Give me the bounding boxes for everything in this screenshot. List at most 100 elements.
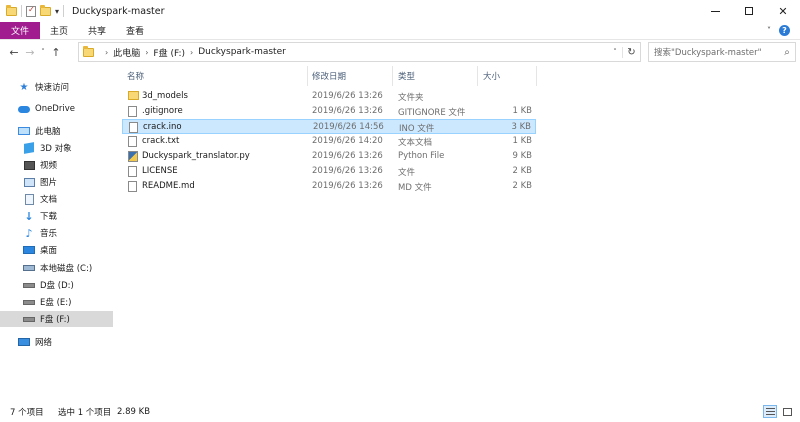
- file-icon: [128, 181, 137, 192]
- sidebar-item-label: 快速访问: [35, 83, 70, 93]
- file-name: crack.ino: [143, 122, 182, 132]
- sidebar-item-drive-f[interactable]: F盘 (F:): [0, 311, 113, 327]
- sidebar-item-drive-c[interactable]: 本地磁盘 (C:): [0, 260, 113, 276]
- sidebar-item-label: 音乐: [40, 229, 58, 239]
- maximize-button[interactable]: [732, 0, 766, 22]
- navigation-bar: ← → ˅ ↑ › 此电脑 › F盘 (F:) › Duckyspark-mas…: [0, 41, 800, 63]
- breadcrumb-drive-f[interactable]: F盘 (F:): [153, 46, 185, 59]
- file-icon: [128, 106, 137, 117]
- sidebar-item-documents[interactable]: 文档: [0, 191, 113, 207]
- file-type: 文件夹: [398, 93, 424, 103]
- breadcrumb-separator[interactable]: ›: [145, 48, 148, 57]
- ribbon-right: ˅ ?: [767, 22, 800, 39]
- table-row[interactable]: 3d_models 2019/6/26 13:26 文件夹: [122, 89, 536, 104]
- column-divider[interactable]: [392, 66, 393, 86]
- column-header-type[interactable]: 类型: [398, 66, 415, 86]
- new-folder-icon[interactable]: [40, 4, 51, 16]
- table-row[interactable]: Duckyspark_translator.py 2019/6/26 13:26…: [122, 149, 536, 164]
- file-type: 文本文档: [398, 138, 433, 148]
- file-date: 2019/6/26 13:26: [312, 166, 383, 176]
- column-divider[interactable]: [536, 66, 537, 86]
- file-size: 1 KB: [512, 136, 532, 146]
- tab-file[interactable]: 文件: [0, 22, 40, 39]
- quick-access-dropdown[interactable]: ▾: [55, 7, 59, 16]
- sidebar-item-music[interactable]: ♪ 音乐: [0, 225, 113, 241]
- selection-count: 选中 1 个项目: [58, 408, 112, 418]
- sidebar-item-label: 3D 对象: [40, 144, 72, 154]
- sidebar-item-drive-e[interactable]: E盘 (E:): [0, 294, 113, 310]
- address-dropdown[interactable]: ˅: [608, 48, 622, 56]
- sidebar-item-quick-access[interactable]: ★ 快速访问: [0, 79, 113, 95]
- file-type: INO 文件: [399, 124, 435, 134]
- item-count: 7 个项目: [10, 408, 44, 418]
- python-file-icon: [128, 151, 138, 162]
- pictures-icon: [23, 177, 35, 187]
- 3d-objects-icon: [23, 142, 35, 154]
- file-date: 2019/6/26 13:26: [312, 151, 383, 161]
- tab-view[interactable]: 查看: [116, 22, 154, 39]
- file-icon: [129, 122, 138, 133]
- column-header-name[interactable]: 名称: [127, 66, 144, 86]
- file-name: LICENSE: [142, 166, 178, 176]
- selection-size: 2.89 KB: [117, 407, 151, 417]
- recent-locations-dropdown[interactable]: ˅: [38, 48, 48, 56]
- sidebar-item-pictures[interactable]: 图片: [0, 174, 113, 190]
- sidebar-item-network[interactable]: 网络: [0, 334, 113, 350]
- breadcrumb-current-folder[interactable]: Duckyspark-master: [198, 47, 286, 57]
- file-name: 3d_models: [142, 91, 188, 101]
- tab-share[interactable]: 共享: [78, 22, 116, 39]
- ribbon-tabs: 文件 主页 共享 查看 ˅ ?: [0, 22, 800, 40]
- details-view-icon: [765, 408, 775, 415]
- file-type: Python File: [398, 151, 445, 161]
- tab-home[interactable]: 主页: [40, 22, 78, 39]
- sidebar-item-this-pc[interactable]: 此电脑: [0, 123, 113, 139]
- sidebar-item-label: 网络: [35, 338, 53, 348]
- sidebar-item-3d-objects[interactable]: 3D 对象: [0, 140, 113, 156]
- large-icons-view-button[interactable]: [780, 405, 794, 418]
- sidebar-item-drive-d[interactable]: D盘 (D:): [0, 277, 113, 293]
- sidebar-item-label: OneDrive: [35, 104, 75, 114]
- table-row[interactable]: README.md 2019/6/26 13:26 MD 文件 2 KB: [122, 179, 536, 194]
- file-name: .gitignore: [142, 106, 183, 116]
- maximize-icon: [745, 7, 753, 15]
- view-switcher: [763, 405, 794, 418]
- drive-icon: [23, 280, 35, 290]
- column-divider[interactable]: [307, 66, 308, 86]
- table-row[interactable]: crack.txt 2019/6/26 14:20 文本文档 1 KB: [122, 134, 536, 149]
- refresh-button[interactable]: ↻: [622, 46, 640, 58]
- table-row[interactable]: .gitignore 2019/6/26 13:26 GITIGNORE 文件 …: [122, 104, 536, 119]
- properties-icon[interactable]: [26, 5, 36, 17]
- breadcrumb-this-pc[interactable]: 此电脑: [113, 46, 140, 59]
- expand-ribbon-icon[interactable]: ˅: [767, 26, 771, 35]
- sidebar-item-desktop[interactable]: 桌面: [0, 242, 113, 258]
- minimize-button[interactable]: [698, 0, 732, 22]
- minimize-icon: [710, 10, 720, 12]
- quick-access-toolbar: ▾: [0, 0, 65, 22]
- column-header-size[interactable]: 大小: [483, 66, 500, 86]
- search-input[interactable]: 搜索"Duckyspark-master": [654, 46, 779, 58]
- up-button[interactable]: ↑: [48, 42, 64, 62]
- table-row[interactable]: LICENSE 2019/6/26 13:26 文件 2 KB: [122, 164, 536, 179]
- search-box[interactable]: 搜索"Duckyspark-master" ⌕: [648, 42, 796, 62]
- address-bar[interactable]: › 此电脑 › F盘 (F:) › Duckyspark-master ˅ ↻: [78, 42, 641, 62]
- sidebar-item-downloads[interactable]: ↓ 下载: [0, 208, 113, 224]
- close-button[interactable]: ✕: [766, 0, 800, 22]
- sidebar-item-label: E盘 (E:): [40, 298, 72, 308]
- folder-icon: [128, 91, 139, 100]
- sidebar-item-label: F盘 (F:): [40, 315, 70, 325]
- table-row-selected[interactable]: crack.ino 2019/6/26 14:56 INO 文件 3 KB: [122, 119, 536, 134]
- file-name: Duckyspark_translator.py: [142, 151, 250, 161]
- breadcrumb-separator[interactable]: ›: [190, 48, 193, 57]
- column-divider[interactable]: [477, 66, 478, 86]
- drive-icon: [23, 263, 35, 273]
- title-bar: ▾ Duckyspark-master ✕: [0, 0, 800, 22]
- sidebar-item-onedrive[interactable]: OneDrive: [0, 101, 113, 117]
- file-name: crack.txt: [142, 136, 180, 146]
- back-button[interactable]: ←: [6, 42, 22, 62]
- details-view-button[interactable]: [763, 405, 777, 418]
- file-date: 2019/6/26 14:20: [312, 136, 383, 146]
- column-header-date[interactable]: 修改日期: [312, 66, 346, 86]
- sidebar-item-videos[interactable]: 视频: [0, 157, 113, 173]
- forward-button[interactable]: →: [22, 42, 38, 62]
- help-icon[interactable]: ?: [779, 25, 790, 36]
